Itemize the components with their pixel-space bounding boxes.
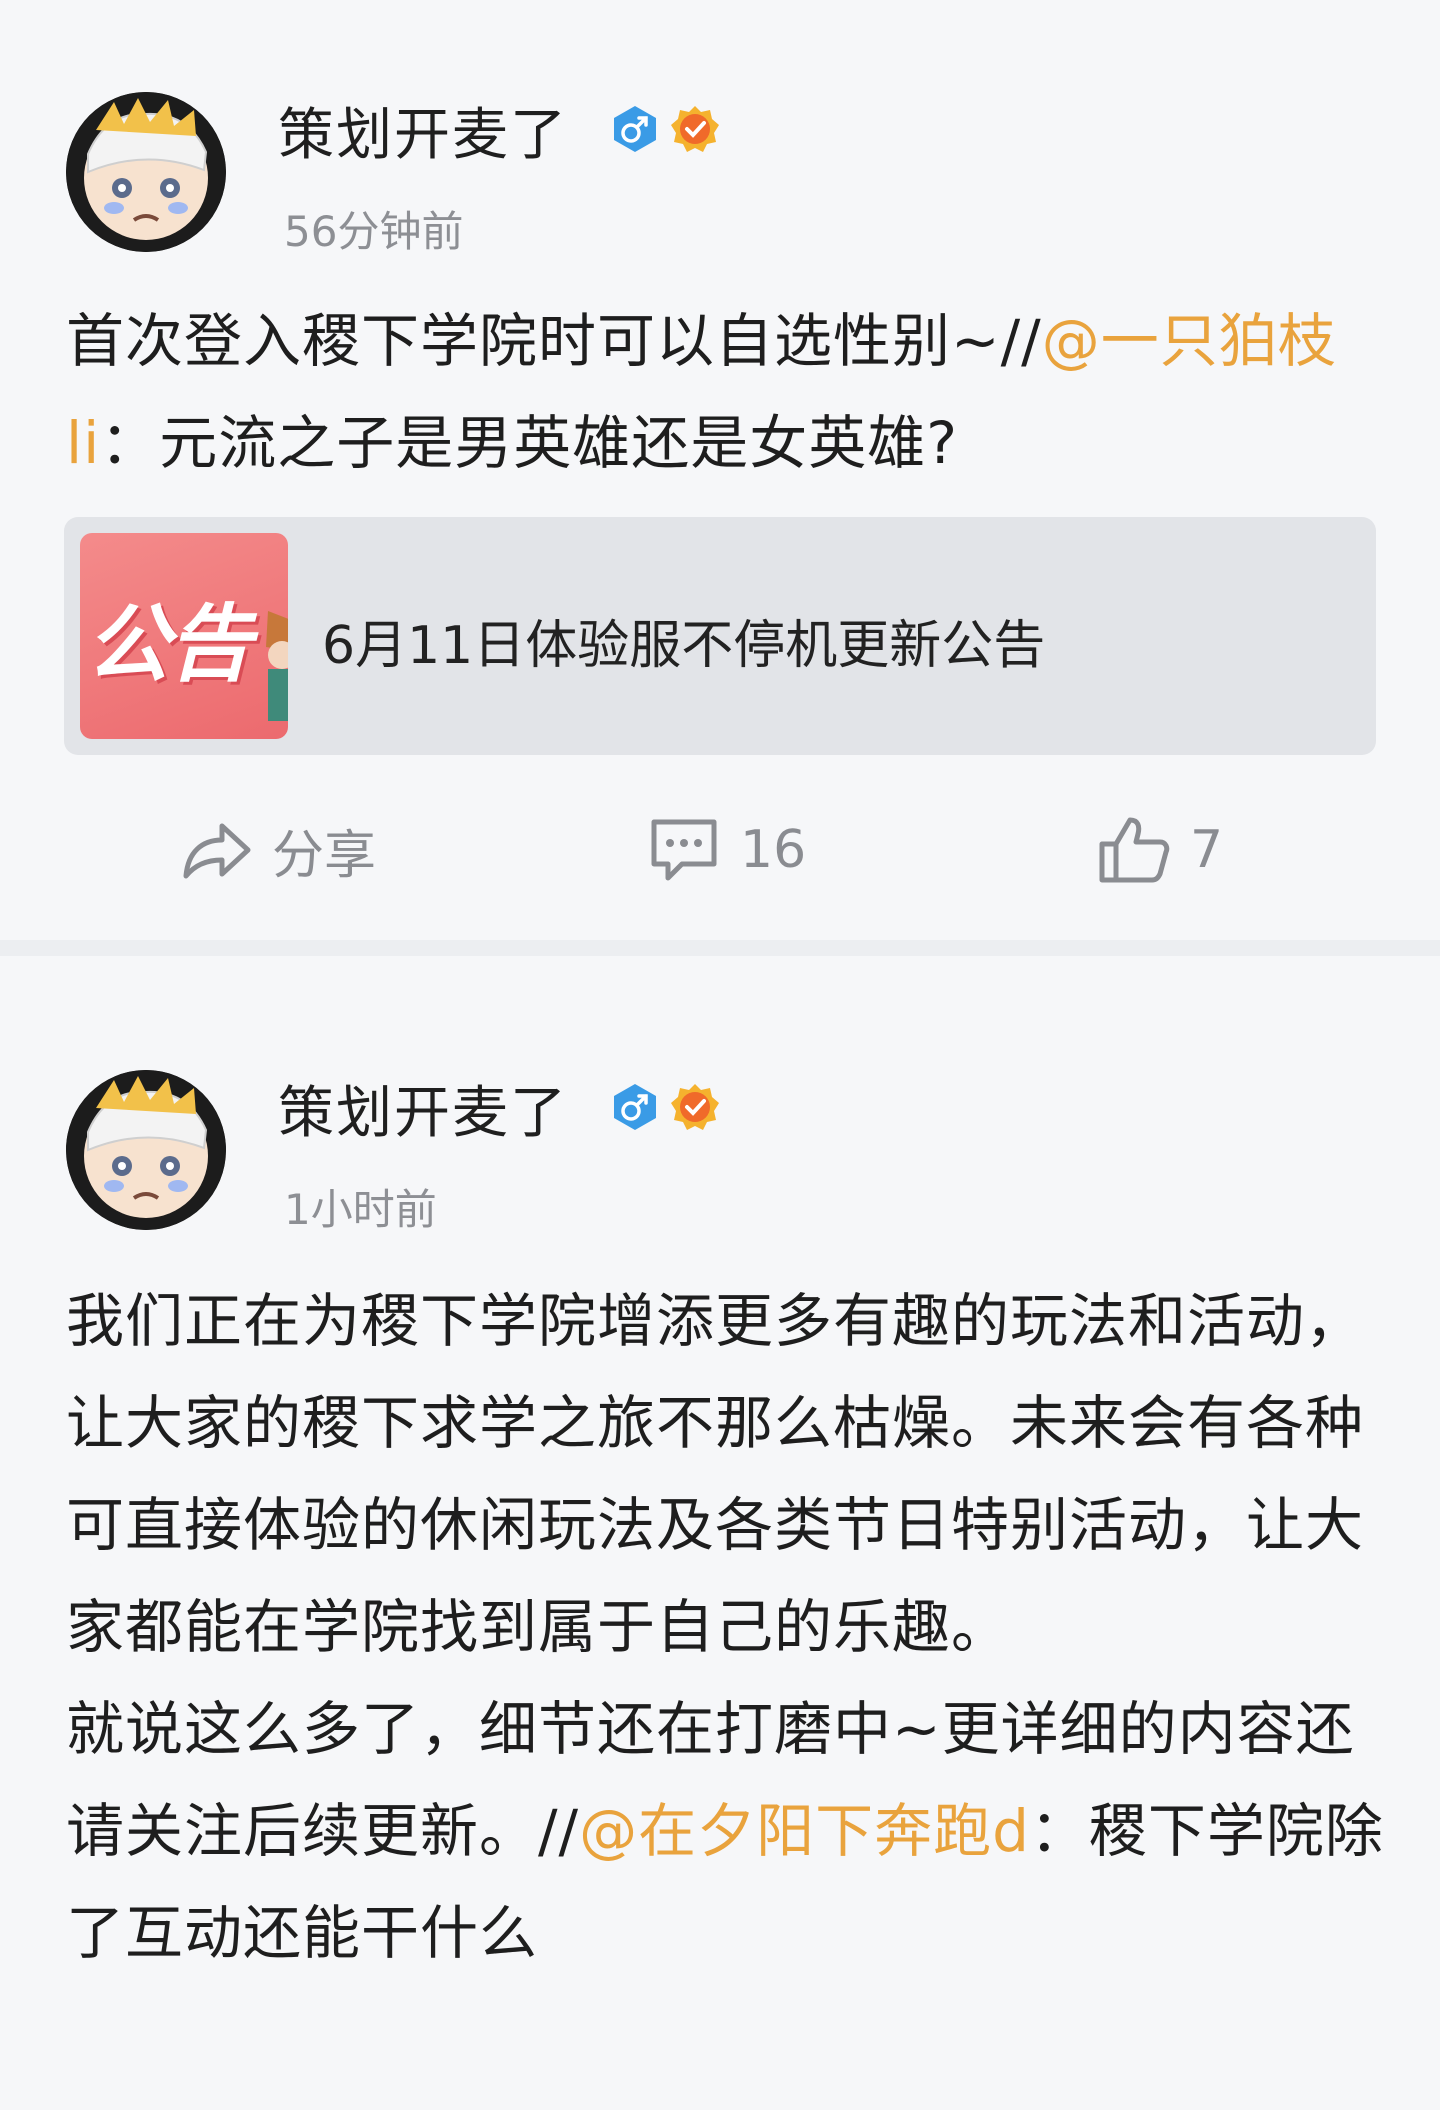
avatar-image <box>66 92 226 252</box>
like-button[interactable]: 7 <box>1096 812 1223 888</box>
post-text: 首次登入稷下学院时可以自选性别~// <box>66 307 1042 375</box>
author-name[interactable]: 策划开麦了 <box>278 1068 568 1149</box>
announcement-thumbnail: 公告 <box>80 533 288 739</box>
feed-post[interactable]: 策划开麦了 1小时前 我们正在为稷下学院增添更多有趣的玩法和活动，让大家的稷下求… <box>0 956 1440 2110</box>
author-avatar[interactable] <box>66 92 226 252</box>
author-avatar[interactable] <box>66 1070 226 1230</box>
thumbnail-text: 公告 <box>86 595 252 693</box>
comment-icon <box>651 819 717 881</box>
comment-button[interactable]: 16 <box>646 812 806 888</box>
post-body: 我们正在为稷下学院增添更多有趣的玩法和活动，让大家的稷下求学之旅不那么枯燥。未来… <box>66 1270 1386 1984</box>
post-timestamp: 1小时前 <box>284 1185 437 1234</box>
character-illustration <box>266 611 288 721</box>
share-button[interactable]: 分享 <box>178 812 376 888</box>
post-body: 首次登入稷下学院时可以自选性别~//@一只狛枝li：元流之子是男英雄还是女英雄? <box>66 290 1386 494</box>
avatar-image <box>66 1070 226 1230</box>
like-count: 7 <box>1190 820 1224 880</box>
post-divider <box>0 940 1440 956</box>
user-mention-link[interactable]: @在夕阳下奔跑d <box>579 1797 1030 1865</box>
feed-post[interactable]: 策划开麦了 56分钟前 首次登入稷下学院时可以自选性别~//@一只狛枝li：元流… <box>0 0 1440 940</box>
share-label: 分享 <box>272 825 377 886</box>
author-name[interactable]: 策划开麦了 <box>278 90 568 171</box>
verified-badge-icon <box>671 106 719 152</box>
male-icon <box>614 106 656 152</box>
share-icon <box>183 823 251 879</box>
post-timestamp: 56分钟前 <box>284 207 464 256</box>
post-paragraph: 我们正在为稷下学院增添更多有趣的玩法和活动，让大家的稷下求学之旅不那么枯燥。未来… <box>66 1287 1365 1661</box>
announcement-card[interactable]: 公告 6月11日体验服不停机更新公告 <box>64 517 1376 755</box>
quoted-text: ：元流之子是男英雄还是女英雄? <box>100 409 959 477</box>
thumbs-up-icon <box>1099 817 1170 883</box>
verified-badge-icon <box>671 1084 719 1130</box>
announcement-title: 6月11日体验服不停机更新公告 <box>322 616 1046 676</box>
post-paragraph: 就说这么多了，细节还在打磨中~更详细的内容还请关注后续更新。//@在夕阳下奔跑d… <box>66 1678 1386 1984</box>
author-badges <box>610 1082 720 1132</box>
male-icon <box>614 1084 656 1130</box>
author-badges <box>610 104 720 154</box>
post-actions-bar: 分享 16 7 <box>0 812 1440 892</box>
comment-count: 16 <box>740 820 807 880</box>
